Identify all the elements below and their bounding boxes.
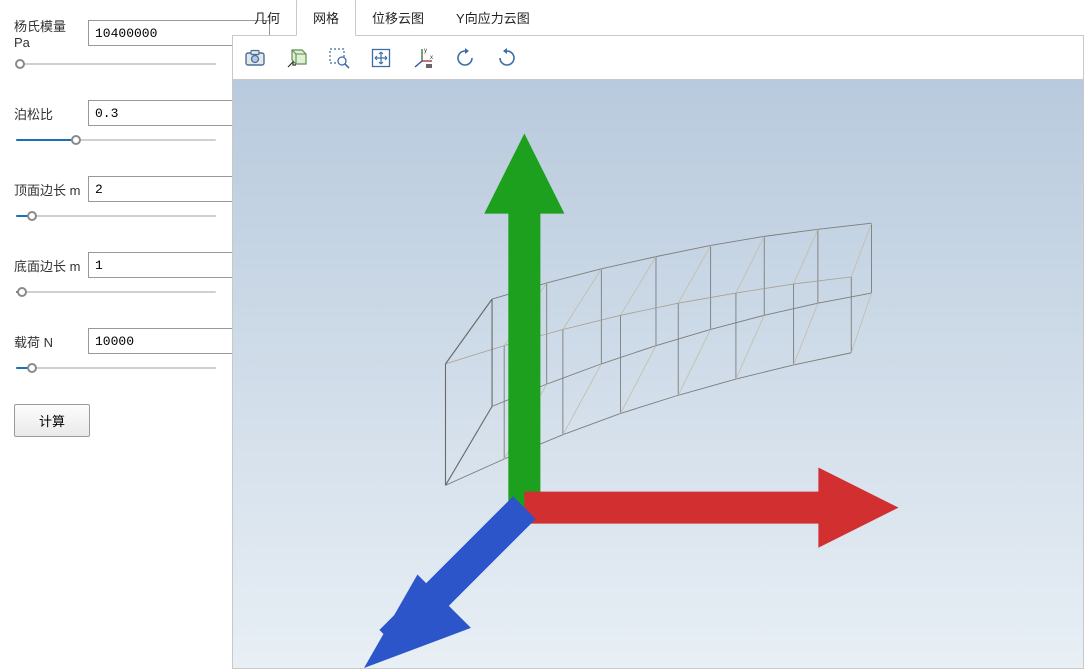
param-youngs-modulus: 杨氏模量 Pa [14, 16, 222, 72]
tab-geometry[interactable]: 几何 [238, 0, 296, 36]
parameter-sidebar: 杨氏模量 Pa 泊松比 [0, 0, 232, 669]
load-slider[interactable] [16, 360, 216, 376]
rotate-right-icon[interactable] [495, 46, 519, 70]
youngs-modulus-slider[interactable] [16, 56, 216, 72]
svg-text:x: x [430, 55, 433, 61]
tab-displacement[interactable]: 位移云图 [356, 0, 440, 36]
param-top-edge-length: 顶面边长 m [14, 176, 222, 224]
param-label: 载荷 N [14, 332, 82, 351]
fit-view-icon[interactable] [369, 46, 393, 70]
svg-text:y: y [424, 48, 427, 54]
param-label: 杨氏模量 Pa [14, 16, 82, 50]
top-edge-length-slider[interactable] [16, 208, 216, 224]
param-bottom-edge-length: 底面边长 m [14, 252, 222, 300]
axes-toggle-icon[interactable]: y x [411, 46, 435, 70]
main-panel: 几何 网格 位移云图 Y向应力云图 [232, 0, 1092, 669]
axis-triad-icon [233, 80, 1083, 668]
snapshot-icon[interactable] [243, 46, 267, 70]
compute-button-label: 计算 [39, 414, 65, 429]
3d-viewport[interactable] [233, 80, 1083, 668]
app-root: 杨氏模量 Pa 泊松比 [0, 0, 1092, 669]
param-poisson-ratio: 泊松比 [14, 100, 222, 148]
viewer-toolbar: y x [233, 36, 1083, 80]
rotate-left-icon[interactable] [453, 46, 477, 70]
param-load: 载荷 N [14, 328, 222, 376]
content-frame: y x [232, 35, 1084, 669]
tab-stress-y[interactable]: Y向应力云图 [440, 0, 546, 36]
bottom-edge-length-slider[interactable] [16, 284, 216, 300]
poisson-ratio-slider[interactable] [16, 132, 216, 148]
cube-select-icon[interactable] [285, 46, 309, 70]
tab-bar: 几何 网格 位移云图 Y向应力云图 [232, 0, 1084, 36]
param-label: 底面边长 m [14, 256, 82, 275]
compute-button[interactable]: 计算 [14, 404, 90, 437]
tab-mesh[interactable]: 网格 [296, 0, 356, 36]
param-label: 顶面边长 m [14, 180, 82, 199]
param-label: 泊松比 [14, 104, 82, 123]
zoom-area-icon[interactable] [327, 46, 351, 70]
